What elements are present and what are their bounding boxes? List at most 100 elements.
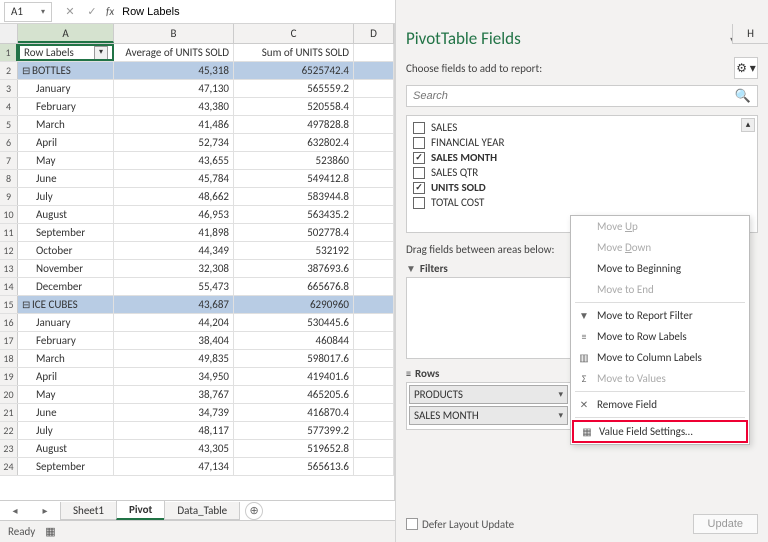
cell-sum[interactable]: 519652.8 <box>234 440 354 457</box>
cell[interactable] <box>354 332 394 349</box>
row-header[interactable]: 10 <box>0 206 18 223</box>
cell-sum[interactable]: 598017.6 <box>234 350 354 367</box>
row-header[interactable]: 16 <box>0 314 18 331</box>
field-item[interactable]: SALES <box>409 120 755 135</box>
cell[interactable] <box>354 98 394 115</box>
cell-avg[interactable]: 41,898 <box>114 224 234 241</box>
cell-avg[interactable]: 45,318 <box>114 62 234 79</box>
filter-dropdown-icon[interactable]: ▾ <box>94 46 108 60</box>
cell[interactable] <box>354 296 394 313</box>
cell-avg[interactable]: 43,305 <box>114 440 234 457</box>
row-header[interactable]: 24 <box>0 458 18 475</box>
cell[interactable] <box>354 278 394 295</box>
row-header[interactable]: 2 <box>0 62 18 79</box>
cell-sum[interactable]: 497828.8 <box>234 116 354 133</box>
cell-sum[interactable]: 6525742.4 <box>234 62 354 79</box>
cell-sum[interactable]: 523860 <box>234 152 354 169</box>
row-header[interactable]: 12 <box>0 242 18 259</box>
add-sheet-icon[interactable]: ⊕ <box>245 502 263 520</box>
cell[interactable] <box>354 260 394 277</box>
cell-avg[interactable]: 38,767 <box>114 386 234 403</box>
row-header[interactable]: 17 <box>0 332 18 349</box>
cell-label[interactable]: September <box>18 458 114 475</box>
cell-avg[interactable]: 43,655 <box>114 152 234 169</box>
collapse-icon[interactable]: ⊟ <box>22 296 30 313</box>
menu-to-report-filter[interactable]: ▼Move to Report Filter <box>571 305 749 326</box>
cell-avg[interactable]: 55,473 <box>114 278 234 295</box>
cell-sum[interactable]: 530445.6 <box>234 314 354 331</box>
cell-label[interactable]: January <box>18 80 114 97</box>
collapse-icon[interactable]: ⊟ <box>22 62 30 79</box>
cell-sum[interactable]: 465205.6 <box>234 386 354 403</box>
cell-avg[interactable]: 47,130 <box>114 80 234 97</box>
field-item[interactable]: FINANCIAL YEAR <box>409 135 755 150</box>
cell-avg[interactable]: 41,486 <box>114 116 234 133</box>
row-header[interactable]: 11 <box>0 224 18 241</box>
row-header[interactable]: 18 <box>0 350 18 367</box>
cell-avg[interactable]: 48,117 <box>114 422 234 439</box>
cell[interactable] <box>354 368 394 385</box>
cell-sum[interactable]: 583944.8 <box>234 188 354 205</box>
select-all-corner[interactable] <box>0 24 18 43</box>
row-header[interactable]: 14 <box>0 278 18 295</box>
cell-label[interactable]: ⊟ICE CUBES <box>18 296 114 313</box>
row-header[interactable]: 9 <box>0 188 18 205</box>
cell-label[interactable]: May <box>18 386 114 403</box>
row-header[interactable]: 20 <box>0 386 18 403</box>
cell-sum[interactable]: 565559.2 <box>234 80 354 97</box>
cell[interactable] <box>354 458 394 475</box>
row-labels-header[interactable]: Row Labels ▾ <box>18 44 114 61</box>
cell-sum[interactable]: 549412.8 <box>234 170 354 187</box>
cell-sum[interactable]: 563435.2 <box>234 206 354 223</box>
cell-avg[interactable]: 43,380 <box>114 98 234 115</box>
menu-remove-field[interactable]: ✕Remove Field <box>571 394 749 415</box>
cell-label[interactable]: July <box>18 188 114 205</box>
field-item[interactable]: UNITS SOLD <box>409 180 755 195</box>
gear-icon[interactable]: ⚙ ▾ <box>734 57 758 79</box>
sum-header[interactable]: Sum of UNITS SOLD <box>234 44 354 61</box>
row-header[interactable]: 8 <box>0 170 18 187</box>
cell-sum[interactable]: 6290960 <box>234 296 354 313</box>
row-header[interactable]: 3 <box>0 80 18 97</box>
cell[interactable] <box>354 134 394 151</box>
row-header[interactable]: 21 <box>0 404 18 421</box>
cell[interactable] <box>354 206 394 223</box>
cell-label[interactable]: August <box>18 206 114 223</box>
rows-item-sales-month[interactable]: SALES MONTH▾ <box>409 406 568 425</box>
cell[interactable] <box>354 242 394 259</box>
cell-avg[interactable]: 38,404 <box>114 332 234 349</box>
cell[interactable] <box>354 152 394 169</box>
cell[interactable] <box>354 44 394 61</box>
cell-label[interactable]: ⊟BOTTLES <box>18 62 114 79</box>
tab-prev-icon[interactable]: ◂ <box>12 504 17 517</box>
macro-record-icon[interactable]: ▦ <box>45 525 55 538</box>
cell-label[interactable]: March <box>18 116 114 133</box>
cell[interactable] <box>354 116 394 133</box>
cell-avg[interactable]: 34,950 <box>114 368 234 385</box>
row-header[interactable]: 19 <box>0 368 18 385</box>
field-item[interactable]: SALES QTR <box>409 165 755 180</box>
cell[interactable] <box>354 350 394 367</box>
tab-pivot[interactable]: Pivot <box>116 501 165 520</box>
menu-to-column-labels[interactable]: ▥Move to Column Labels <box>571 347 749 368</box>
name-box-dropdown-icon[interactable]: ▾ <box>41 7 45 17</box>
tab-data-table[interactable]: Data_Table <box>164 502 240 520</box>
row-header[interactable]: 1 <box>0 44 18 61</box>
cell-avg[interactable]: 48,662 <box>114 188 234 205</box>
cell[interactable] <box>354 224 394 241</box>
cell-avg[interactable]: 47,134 <box>114 458 234 475</box>
rows-item-products[interactable]: PRODUCTS▾ <box>409 385 568 404</box>
row-header[interactable]: 4 <box>0 98 18 115</box>
menu-to-row-labels[interactable]: ≡Move to Row Labels <box>571 326 749 347</box>
avg-header[interactable]: Average of UNITS SOLD <box>114 44 234 61</box>
row-header[interactable]: 13 <box>0 260 18 277</box>
name-box[interactable]: A1 ▾ <box>4 2 52 22</box>
cell[interactable] <box>354 386 394 403</box>
cell[interactable] <box>354 80 394 97</box>
cell-sum[interactable]: 416870.4 <box>234 404 354 421</box>
column-header-a[interactable]: A <box>18 24 114 43</box>
cell-label[interactable]: May <box>18 152 114 169</box>
scroll-up-icon[interactable]: ▴ <box>741 118 755 132</box>
cell-label[interactable]: February <box>18 98 114 115</box>
cell-avg[interactable]: 44,349 <box>114 242 234 259</box>
